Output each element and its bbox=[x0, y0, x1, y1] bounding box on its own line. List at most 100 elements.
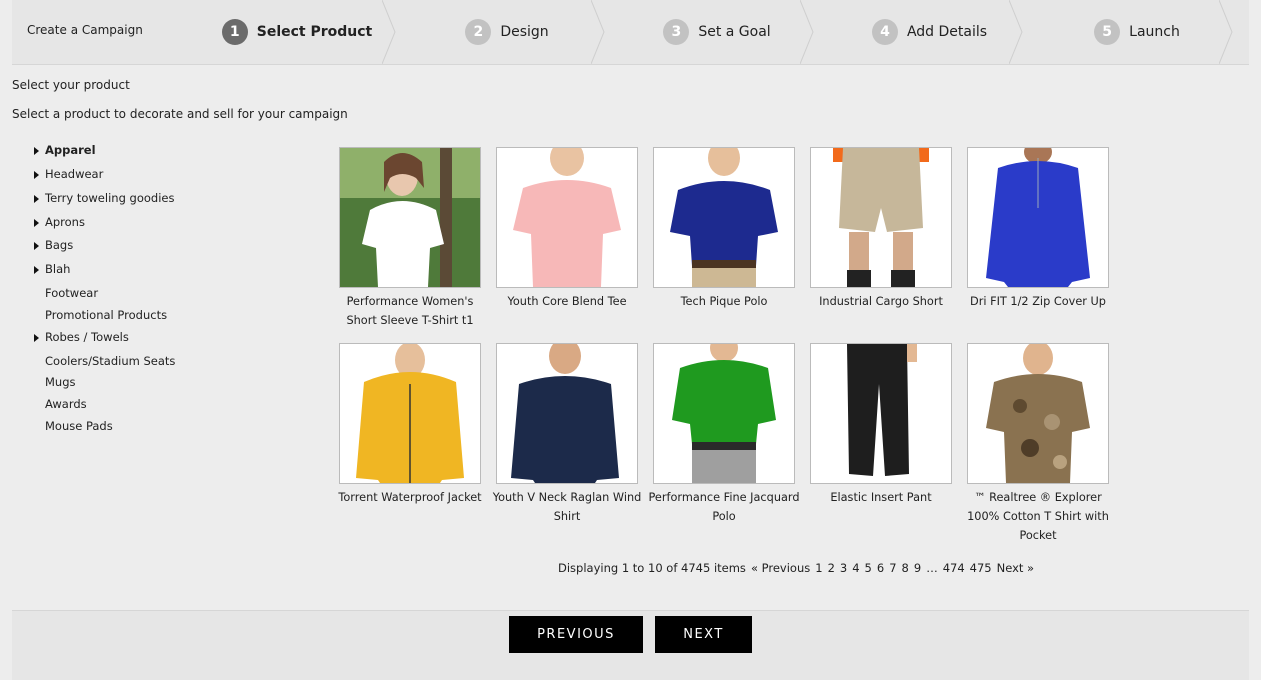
expand-arrow-icon bbox=[34, 266, 39, 274]
product-image[interactable] bbox=[653, 147, 795, 288]
category-blah[interactable]: Blah bbox=[34, 262, 264, 286]
product-image[interactable] bbox=[496, 147, 638, 288]
expand-arrow-icon bbox=[34, 171, 39, 179]
category-label: Awards bbox=[45, 397, 87, 411]
product-image[interactable] bbox=[339, 343, 481, 484]
product-card[interactable]: Performance Fine Jacquard Polo bbox=[645, 343, 803, 526]
product-card[interactable]: Elastic Insert Pant bbox=[802, 343, 960, 507]
pagination-page[interactable]: 8 bbox=[902, 561, 909, 575]
camo-tshirt-man-image bbox=[968, 344, 1108, 483]
category-bags[interactable]: Bags bbox=[34, 238, 264, 262]
pagination-page[interactable]: 1 bbox=[815, 561, 822, 575]
pagination-page[interactable]: 2 bbox=[828, 561, 835, 575]
campaign-wizard-steps: Create a Campaign 1 Select Product 2 Des… bbox=[12, 0, 1249, 65]
step-number: 2 bbox=[465, 19, 492, 45]
category-label: Footwear bbox=[45, 286, 99, 300]
category-mugs[interactable]: Mugs bbox=[34, 375, 264, 397]
expand-arrow-icon bbox=[34, 242, 39, 250]
product-card[interactable]: ™ Realtree ® Explorer 100% Cotton T Shir… bbox=[959, 343, 1117, 545]
expand-arrow-icon bbox=[34, 219, 39, 227]
section-heading: Select your product bbox=[12, 78, 130, 92]
category-awards[interactable]: Awards bbox=[34, 397, 264, 419]
product-fill bbox=[511, 376, 619, 483]
category-mouse-pads[interactable]: Mouse Pads bbox=[34, 419, 264, 441]
white-tshirt-woman-image bbox=[340, 148, 480, 287]
step-add-details[interactable]: 4 Add Details bbox=[842, 0, 1017, 64]
product-name: Performance Women's Short Sleeve T-Shirt… bbox=[346, 295, 474, 327]
pagination-page[interactable]: 474 bbox=[943, 561, 965, 575]
product-card[interactable]: Industrial Cargo Short bbox=[802, 147, 960, 311]
product-name: Tech Pique Polo bbox=[680, 295, 768, 308]
product-name: Youth V Neck Raglan Wind Shirt bbox=[492, 491, 642, 523]
wizard-title: Create a Campaign bbox=[27, 23, 143, 37]
category-label: Mouse Pads bbox=[45, 419, 113, 433]
category-label: Headwear bbox=[45, 167, 104, 181]
step-number: 3 bbox=[663, 19, 690, 45]
pagination-page[interactable]: 7 bbox=[889, 561, 896, 575]
product-image[interactable] bbox=[496, 343, 638, 484]
product-name: Torrent Waterproof Jacket bbox=[338, 491, 482, 504]
pagination-page[interactable]: 475 bbox=[970, 561, 992, 575]
product-name: Dri FIT 1/2 Zip Cover Up bbox=[970, 295, 1106, 308]
pagination-page[interactable]: 6 bbox=[877, 561, 884, 575]
product-card[interactable]: Torrent Waterproof Jacket bbox=[331, 343, 489, 507]
pagination-previous[interactable]: « Previous bbox=[751, 561, 810, 575]
step-label: Select Product bbox=[256, 24, 373, 40]
green-polo-man-image bbox=[654, 344, 794, 483]
pagination-page[interactable]: 3 bbox=[840, 561, 847, 575]
step-label: Set a Goal bbox=[698, 24, 771, 40]
step-label: Add Details bbox=[906, 24, 988, 40]
step-set-goal[interactable]: 3 Set a Goal bbox=[642, 0, 792, 64]
product-card[interactable]: Tech Pique Polo bbox=[645, 147, 803, 311]
pagination-page[interactable]: 5 bbox=[865, 561, 872, 575]
pagination-page[interactable]: 4 bbox=[852, 561, 859, 575]
chevron-separator bbox=[591, 0, 605, 64]
black-pants-image bbox=[811, 344, 951, 483]
product-card[interactable]: Dri FIT 1/2 Zip Cover Up bbox=[959, 147, 1117, 311]
step-select-product[interactable]: 1 Select Product bbox=[217, 0, 377, 64]
step-launch[interactable]: 5 Launch bbox=[1062, 0, 1212, 64]
category-coolers-stadium-seats[interactable]: Coolers/Stadium Seats bbox=[34, 354, 264, 375]
step-number: 1 bbox=[221, 19, 248, 45]
category-promotional-products[interactable]: Promotional Products bbox=[34, 308, 264, 330]
category-aprons[interactable]: Aprons bbox=[34, 215, 264, 238]
pagination-summary: Displaying 1 to 10 of 4745 items bbox=[558, 561, 746, 575]
category-label: Apparel bbox=[45, 143, 96, 157]
product-name: ™ Realtree ® Explorer 100% Cotton T Shir… bbox=[967, 491, 1109, 542]
product-image[interactable] bbox=[967, 147, 1109, 288]
step-number: 4 bbox=[871, 19, 898, 45]
category-label: Aprons bbox=[45, 215, 85, 229]
step-design[interactable]: 2 Design bbox=[432, 0, 582, 64]
next-button[interactable]: NEXT bbox=[655, 616, 752, 653]
pagination-page[interactable]: 9 bbox=[914, 561, 921, 575]
product-image[interactable] bbox=[810, 147, 952, 288]
chevron-separator bbox=[382, 0, 396, 64]
pagination-next[interactable]: Next » bbox=[997, 561, 1034, 575]
product-card[interactable]: Performance Women's Short Sleeve T-Shirt… bbox=[331, 147, 489, 330]
product-card[interactable]: Youth V Neck Raglan Wind Shirt bbox=[488, 343, 646, 526]
category-label: Terry toweling goodies bbox=[45, 191, 175, 205]
category-label: Blah bbox=[45, 262, 71, 276]
category-headwear[interactable]: Headwear bbox=[34, 167, 264, 191]
product-image[interactable] bbox=[810, 343, 952, 484]
navy-wind-shirt-boy-image bbox=[497, 344, 637, 483]
category-list: Apparel Headwear Terry toweling goodies … bbox=[34, 143, 264, 441]
category-robes-towels[interactable]: Robes / Towels bbox=[34, 330, 264, 354]
product-card[interactable]: Youth Core Blend Tee bbox=[488, 147, 646, 311]
product-name: Elastic Insert Pant bbox=[830, 491, 932, 504]
category-apparel[interactable]: Apparel bbox=[34, 143, 264, 167]
yellow-rain-jacket-image bbox=[340, 344, 480, 483]
category-label: Mugs bbox=[45, 375, 76, 389]
step-label: Design bbox=[500, 24, 549, 40]
category-terry-toweling[interactable]: Terry toweling goodies bbox=[34, 191, 264, 215]
category-footwear[interactable]: Footwear bbox=[34, 286, 264, 308]
khaki-cargo-shorts-image bbox=[811, 148, 951, 287]
category-label: Bags bbox=[45, 238, 74, 252]
previous-button[interactable]: PREVIOUS bbox=[509, 616, 643, 653]
section-subheading: Select a product to decorate and sell fo… bbox=[12, 107, 348, 121]
product-image[interactable] bbox=[967, 343, 1109, 484]
product-image[interactable] bbox=[653, 343, 795, 484]
chevron-separator bbox=[800, 0, 814, 64]
product-image[interactable] bbox=[339, 147, 481, 288]
navy-polo-man-image bbox=[654, 148, 794, 287]
